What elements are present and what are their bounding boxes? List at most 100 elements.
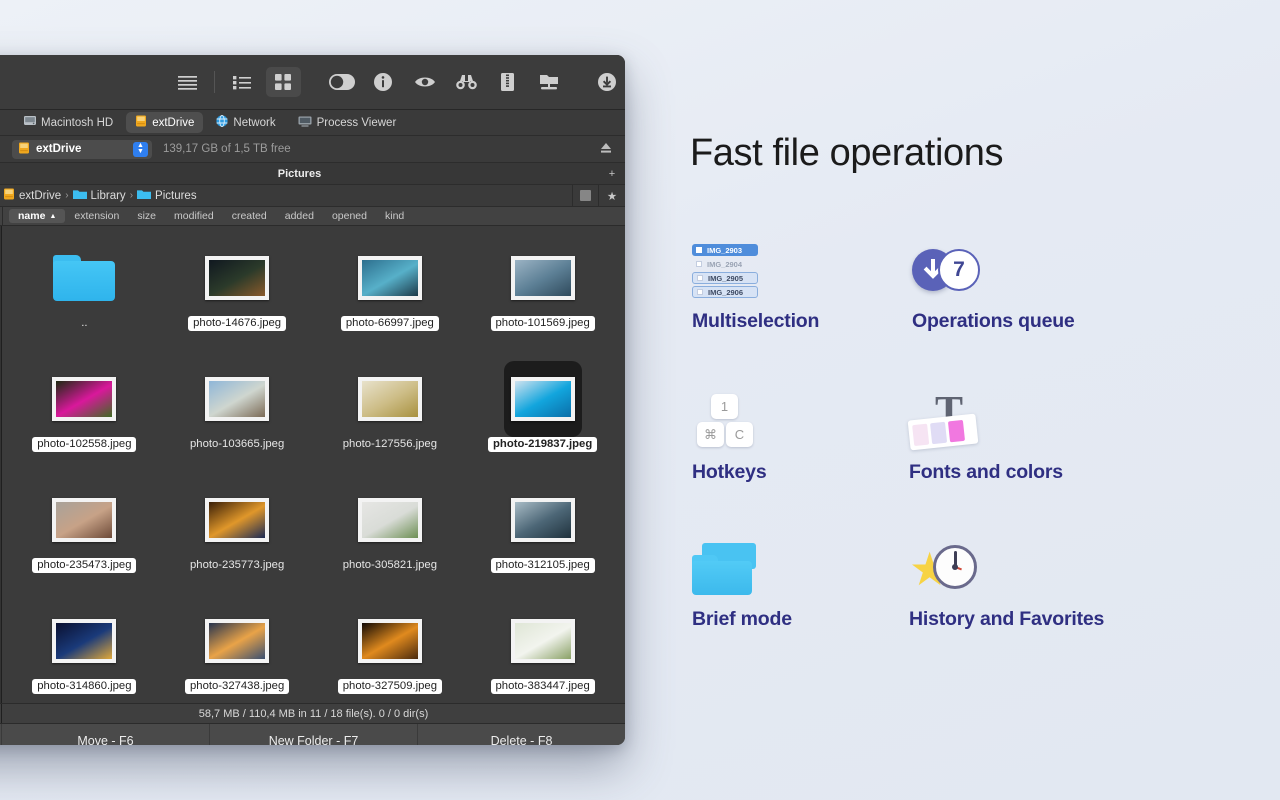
left-panel-row[interactable]: di...ov: [0, 229, 1, 246]
archive-icon[interactable]: [490, 67, 525, 97]
file-tile[interactable]: photo-383447.jpeg: [466, 603, 619, 703]
left-panel-row[interactable]: di...ov: [0, 642, 1, 659]
info-icon[interactable]: [366, 67, 401, 97]
file-tile[interactable]: photo-314860.jpeg: [8, 603, 161, 703]
network-folder-icon[interactable]: [531, 67, 566, 97]
stop-square-icon-right[interactable]: [573, 185, 599, 206]
grid-view-icon[interactable]: [265, 67, 302, 97]
tab-network[interactable]: Network: [207, 112, 284, 133]
breadcrumb-item-library[interactable]: Library: [91, 190, 126, 202]
toggle-icon[interactable]: [324, 67, 359, 97]
left-panel-row[interactable]: di...ov: [0, 659, 1, 676]
left-panel-row[interactable]: di...ov: [0, 418, 1, 435]
left-panel-row[interactable]: di...ov: [0, 435, 1, 452]
file-tile[interactable]: photo-312105.jpeg: [466, 482, 619, 595]
file-name-label[interactable]: photo-383447.jpeg: [490, 679, 595, 694]
column-header-size[interactable]: size: [128, 209, 165, 223]
eject-icon[interactable]: [600, 142, 612, 157]
multiselection-row: IMG_2906: [692, 286, 758, 298]
file-name-label[interactable]: photo-312105.jpeg: [490, 558, 595, 573]
file-name-label[interactable]: photo-102558.jpeg: [32, 437, 137, 452]
file-tile[interactable]: photo-305821.jpeg: [314, 482, 467, 595]
left-panel-row[interactable]: di...ov: [0, 487, 1, 504]
file-tile[interactable]: photo-66997.jpeg: [314, 240, 467, 353]
left-panel-row[interactable]: di...ov: [0, 521, 1, 538]
left-panel-row[interactable]: di...ov: [0, 246, 1, 263]
left-panel-row[interactable]: di...ov: [0, 607, 1, 624]
left-panel-row[interactable]: di...ov: [0, 470, 1, 487]
chevron-updown-icon[interactable]: ▲ ▼: [133, 141, 148, 157]
file-tile[interactable]: photo-235473.jpeg: [8, 482, 161, 595]
tab-extdrive[interactable]: extDrive: [126, 112, 204, 133]
column-header-created[interactable]: created: [223, 209, 276, 223]
left-panel-row[interactable]: di...ov: [0, 590, 1, 607]
file-name-label[interactable]: photo-219837.jpeg: [488, 437, 598, 452]
column-header-modified[interactable]: modified: [165, 209, 223, 223]
left-panel-row[interactable]: di...ov: [0, 332, 1, 349]
delete-f8-button[interactable]: Delete - F8: [418, 724, 625, 745]
file-name-label[interactable]: photo-101569.jpeg: [490, 316, 595, 331]
left-panel-row[interactable]: di...ov: [0, 298, 1, 315]
column-header-name[interactable]: name ▲: [9, 209, 66, 223]
left-panel-row[interactable]: di...ov: [0, 401, 1, 418]
file-tile[interactable]: photo-103665.jpeg: [161, 361, 314, 474]
file-name-label[interactable]: photo-314860.jpeg: [32, 679, 137, 694]
left-panel-row[interactable]: di...ov: [0, 573, 1, 590]
left-panel-row[interactable]: di...ov: [0, 693, 1, 703]
file-tile[interactable]: photo-327509.jpeg: [314, 603, 467, 703]
tab-process-viewer[interactable]: Process Viewer: [289, 113, 406, 133]
left-panel-row[interactable]: di...ov: [0, 263, 1, 280]
binoculars-icon[interactable]: [448, 67, 483, 97]
column-header-extension[interactable]: extension: [65, 209, 128, 223]
file-tile[interactable]: photo-235773.jpeg: [161, 482, 314, 595]
right-file-panel[interactable]: .. photo-14676.jpeg photo-66997.jpeg photo-…: [2, 226, 625, 703]
column-header-added[interactable]: added: [276, 209, 323, 223]
file-tile[interactable]: photo-101569.jpeg: [466, 240, 619, 353]
move-f6-button[interactable]: Move - F6: [2, 724, 210, 745]
add-tab-right-button[interactable]: +: [599, 163, 625, 184]
left-panel-row[interactable]: di...ov: [0, 504, 1, 521]
list-view-icon[interactable]: [170, 67, 205, 97]
left-panel-row[interactable]: di...ov: [0, 315, 1, 332]
column-header-kind[interactable]: kind: [376, 209, 413, 223]
file-tile[interactable]: photo-219837.jpeg: [466, 361, 619, 474]
file-name-label[interactable]: photo-235773.jpeg: [185, 558, 289, 573]
file-name-label[interactable]: photo-327438.jpeg: [185, 679, 290, 694]
left-panel-row[interactable]: di...ov: [0, 367, 1, 384]
column-header-opened[interactable]: opened: [323, 209, 376, 223]
left-panel-row[interactable]: di...ov: [0, 676, 1, 693]
left-panel-row[interactable]: di...ov: [0, 538, 1, 555]
file-name-label[interactable]: ..: [76, 316, 92, 331]
folder-tile[interactable]: ..: [8, 240, 161, 353]
file-name-label[interactable]: photo-305821.jpeg: [338, 558, 442, 573]
breadcrumb-item-extdrive[interactable]: extDrive: [19, 190, 61, 202]
eye-icon[interactable]: [407, 67, 442, 97]
thumbnail-image: [351, 361, 429, 437]
file-name-label[interactable]: photo-235473.jpeg: [32, 558, 137, 573]
left-panel-row[interactable]: di...ov: [0, 624, 1, 641]
left-panel-row[interactable]: di...ov: [0, 384, 1, 401]
file-name-label[interactable]: photo-127556.jpeg: [338, 437, 442, 452]
file-name-label[interactable]: photo-14676.jpeg: [188, 316, 287, 331]
tab-macintosh-hd[interactable]: Macintosh HD: [15, 113, 122, 132]
file-tile[interactable]: photo-102558.jpeg: [8, 361, 161, 474]
left-panel-row[interactable]: di...ov: [0, 556, 1, 573]
detail-view-icon[interactable]: [224, 67, 259, 97]
left-panel-row[interactable]: di...ov: [0, 452, 1, 469]
file-name-label[interactable]: photo-66997.jpeg: [340, 316, 439, 331]
file-tile[interactable]: photo-327438.jpeg: [161, 603, 314, 703]
file-tile[interactable]: photo-14676.jpeg: [161, 240, 314, 353]
file-name-label[interactable]: photo-327509.jpeg: [337, 679, 442, 694]
breadcrumb-item-pictures[interactable]: Pictures: [155, 190, 197, 202]
brief-mode-icon: [692, 530, 792, 608]
drive-dropdown[interactable]: extDrive ▲ ▼: [12, 139, 152, 159]
favorite-star-icon-right[interactable]: ★: [599, 185, 625, 206]
new-folder-f7-button[interactable]: New Folder - F7: [210, 724, 418, 745]
left-panel-row[interactable]: di...ov: [0, 281, 1, 298]
download-icon[interactable]: [590, 67, 625, 97]
file-name-label[interactable]: photo-103665.jpeg: [185, 437, 289, 452]
multiselection-row: IMG_2904: [692, 258, 758, 270]
left-panel-row[interactable]: di...ov: [0, 349, 1, 366]
breadcrumb[interactable]: extDrive › Library › Pictures: [0, 185, 573, 206]
file-tile[interactable]: photo-127556.jpeg: [314, 361, 467, 474]
